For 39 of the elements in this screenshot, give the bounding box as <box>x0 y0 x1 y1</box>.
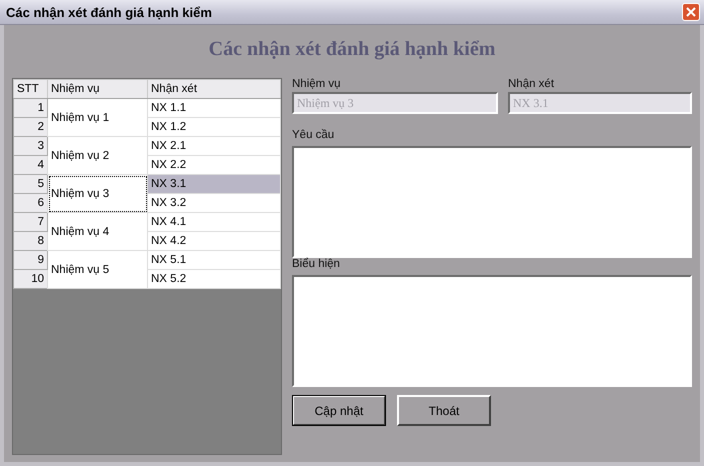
row-number: 3 <box>14 136 48 156</box>
text-area[interactable] <box>292 146 692 258</box>
table-cell[interactable]: Nhiệm vụ 4 <box>48 212 148 250</box>
row-number: 9 <box>14 250 48 270</box>
table-cell[interactable]: Nhiệm vụ 2 <box>48 136 148 174</box>
table-cell[interactable]: NX 3.1 <box>148 174 280 194</box>
column-header[interactable]: STT <box>14 80 48 98</box>
table-cell[interactable]: NX 5.1 <box>148 250 280 270</box>
form-heading: Các nhận xét đánh giá hạnh kiểm <box>208 37 496 62</box>
close-icon <box>686 7 696 17</box>
table-cell[interactable]: NX 2.1 <box>148 136 280 156</box>
row-number: 5 <box>14 174 48 194</box>
column-header[interactable]: Nhận xét <box>148 80 280 98</box>
table-cell[interactable]: NX 1.2 <box>148 118 280 136</box>
window-title: Các nhận xét đánh giá hạnh kiểm <box>6 4 212 20</box>
close-button[interactable] <box>682 3 700 21</box>
table-cell[interactable]: NX 5.2 <box>148 270 280 288</box>
field-label: Yêu cầu <box>292 129 336 143</box>
table-cell[interactable]: Nhiệm vụ 1 <box>48 98 148 136</box>
row-number: 8 <box>14 232 48 250</box>
dialog-button[interactable]: Thoát <box>397 395 491 426</box>
row-number: 7 <box>14 212 48 232</box>
table-cell[interactable]: NX 4.2 <box>148 232 280 250</box>
row-number: 4 <box>14 156 48 174</box>
field-label: Nhiệm vụ <box>292 78 342 92</box>
text-area[interactable] <box>292 275 692 387</box>
row-number: 10 <box>14 270 48 288</box>
field-label: Biểu hiện <box>292 258 341 272</box>
row-number: 1 <box>14 98 48 118</box>
table-cell[interactable]: NX 4.1 <box>148 212 280 232</box>
row-number: 2 <box>14 118 48 136</box>
field-label: Nhận xét <box>508 78 556 92</box>
dialog-button[interactable]: Cập nhật <box>292 395 386 426</box>
table-cell[interactable]: Nhiệm vụ 3 <box>48 174 148 212</box>
table-cell[interactable]: NX 3.2 <box>148 194 280 212</box>
row-number: 6 <box>14 194 48 212</box>
table-cell[interactable]: Nhiệm vụ 5 <box>48 250 148 288</box>
column-header[interactable]: Nhiệm vụ <box>48 80 148 98</box>
table-cell[interactable]: NX 1.1 <box>148 98 280 118</box>
